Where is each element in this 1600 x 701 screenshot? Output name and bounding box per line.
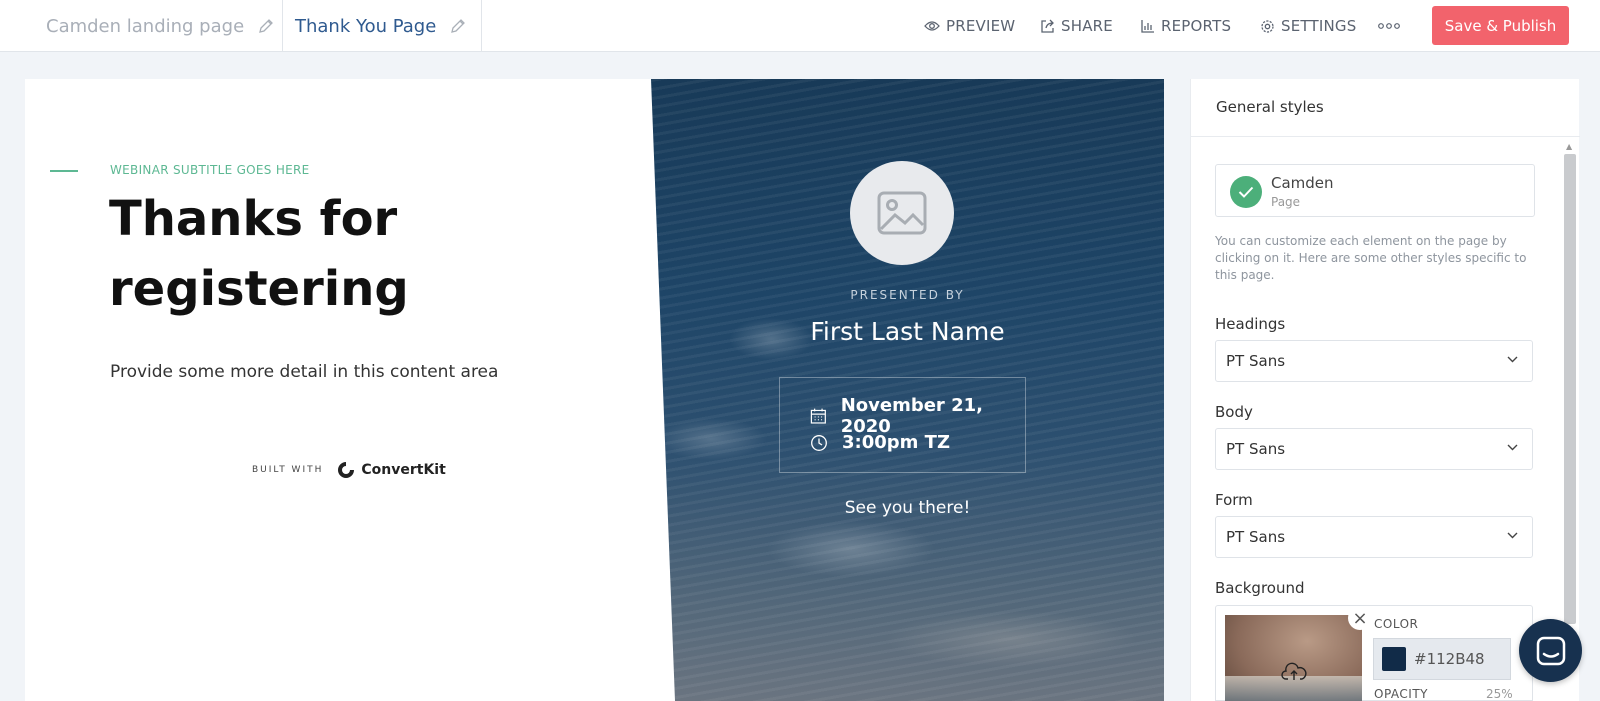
body-font-select[interactable]: PT Sans <box>1215 428 1533 470</box>
opacity-label: OPACITY <box>1374 687 1428 701</box>
clock-icon <box>811 434 827 451</box>
event-date: November 21, 2020 <box>810 395 1025 437</box>
presented-by-label: PRESENTED BY <box>850 288 965 302</box>
event-time: 3:00pm TZ <box>810 432 950 453</box>
panel-header: General styles <box>1191 79 1580 137</box>
event-date-text: November 21, 2020 <box>840 395 983 437</box>
settings-button[interactable]: SETTINGS <box>1260 0 1356 52</box>
headings-font-value: PT Sans <box>1226 352 1286 370</box>
background-settings: × COLOR #112B48 OPACITY 25% <box>1215 605 1533 701</box>
form-font-value: PT Sans <box>1226 528 1286 546</box>
preview-label: PREVIEW <box>946 17 1016 35</box>
bar-chart-icon <box>1141 20 1154 33</box>
convertkit-logo-icon <box>338 462 355 478</box>
chat-icon <box>1536 636 1565 665</box>
theme-card[interactable]: Camden Page <box>1215 164 1535 217</box>
pencil-icon[interactable] <box>450 18 466 34</box>
share-label: SHARE <box>1061 17 1113 35</box>
more-button[interactable] <box>1378 0 1406 52</box>
color-input[interactable]: #112B48 <box>1373 638 1511 680</box>
scroll-up-arrow[interactable]: ▲ <box>1566 142 1572 151</box>
built-with-badge[interactable]: BUILT WITH ConvertKit <box>252 459 446 481</box>
eye-icon <box>924 21 940 31</box>
hero-panel[interactable]: PRESENTED BY First Last Name November 21… <box>651 79 1164 701</box>
presenter-avatar[interactable] <box>850 161 954 265</box>
theme-type: Page <box>1271 195 1301 209</box>
brand-name: ConvertKit <box>361 462 446 478</box>
tab-divider <box>481 0 482 52</box>
styles-panel: General styles ▲ Camden Page You can cus… <box>1190 79 1580 701</box>
more-icon <box>1378 23 1400 29</box>
help-text: You can customize each element on the pa… <box>1215 234 1527 282</box>
body-font-value: PT Sans <box>1226 440 1286 458</box>
content-text[interactable]: Provide some more detail in this content… <box>110 362 498 382</box>
reports-label: REPORTS <box>1161 17 1232 35</box>
tab-label: Camden landing page <box>46 15 245 37</box>
image-placeholder-icon <box>877 191 927 235</box>
save-publish-button[interactable]: Save & Publish <box>1432 6 1569 45</box>
presenter-name[interactable]: First Last Name <box>651 317 1164 346</box>
share-button[interactable]: SHARE <box>1040 0 1113 52</box>
settings-label: SETTINGS <box>1281 17 1357 35</box>
background-label: Background <box>1215 579 1305 597</box>
form-label: Form <box>1215 491 1253 509</box>
page-canvas: WEBINAR SUBTITLE GOES HERE Thanks for re… <box>25 79 1164 701</box>
chat-launcher-button[interactable] <box>1519 619 1582 682</box>
pencil-icon[interactable] <box>258 18 274 34</box>
tab-label: Thank You Page <box>295 15 437 37</box>
panel-title: General styles <box>1216 98 1324 116</box>
check-icon <box>1230 176 1262 208</box>
event-time-text: 3:00pm TZ <box>842 432 951 453</box>
gear-icon <box>1261 19 1274 33</box>
color-hex-value: #112B48 <box>1414 650 1485 668</box>
event-details: November 21, 2020 3:00pm TZ <box>779 377 1026 473</box>
upload-icon[interactable] <box>1281 662 1307 682</box>
form-font-select[interactable]: PT Sans <box>1215 516 1533 558</box>
headings-font-select[interactable]: PT Sans <box>1215 340 1533 382</box>
opacity-value: 25% <box>1486 687 1513 701</box>
chevron-down-icon <box>1507 532 1518 539</box>
color-label: COLOR <box>1374 617 1419 631</box>
accent-line <box>50 170 78 172</box>
panel-scrollbar[interactable] <box>1564 154 1576 624</box>
closing-text[interactable]: See you there! <box>651 498 1164 518</box>
share-icon <box>1041 19 1054 33</box>
chevron-down-icon <box>1507 356 1518 363</box>
body-label: Body <box>1215 403 1253 421</box>
headings-label: Headings <box>1215 315 1286 333</box>
calendar-icon <box>810 408 826 424</box>
close-icon[interactable]: × <box>1348 606 1372 630</box>
top-bar: Camden landing page Thank You Page PREVI… <box>0 0 1600 52</box>
preview-button[interactable]: PREVIEW <box>924 0 1015 52</box>
color-swatch[interactable] <box>1382 647 1406 671</box>
chevron-down-icon <box>1507 444 1518 451</box>
theme-name: Camden <box>1271 174 1334 192</box>
built-with-label: BUILT WITH <box>252 465 324 475</box>
tab-thank-you-page[interactable]: Thank You Page <box>295 0 466 52</box>
webinar-subtitle[interactable]: WEBINAR SUBTITLE GOES HERE <box>110 163 310 177</box>
page-heading[interactable]: Thanks for registering <box>109 184 529 324</box>
tab-camden-landing-page[interactable]: Camden landing page <box>46 0 274 52</box>
reports-button[interactable]: REPORTS <box>1141 0 1231 52</box>
background-image-thumbnail[interactable] <box>1225 615 1362 701</box>
tab-divider <box>282 0 283 52</box>
